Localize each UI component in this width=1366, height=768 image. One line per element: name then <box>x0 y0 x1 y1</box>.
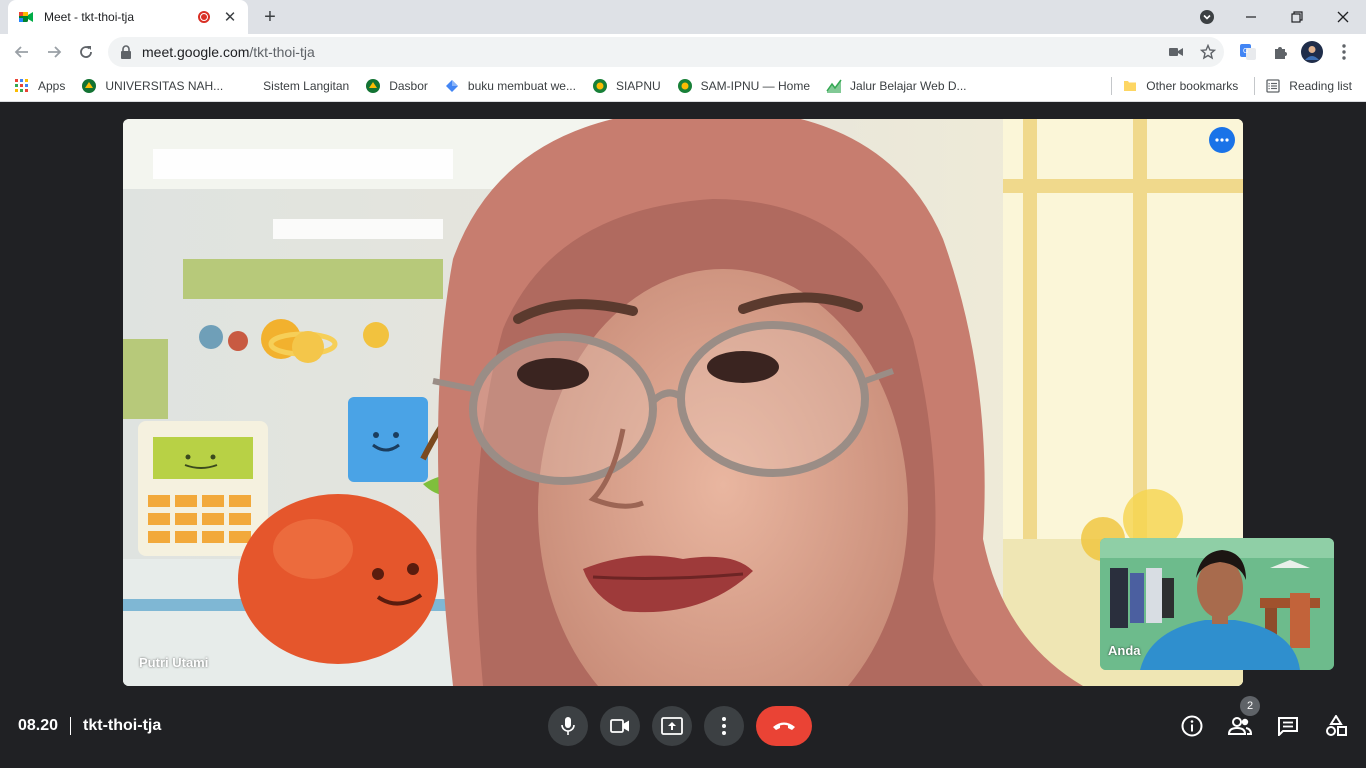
chat-button[interactable] <box>1276 710 1300 742</box>
videocam-icon <box>610 719 629 733</box>
diamond-icon <box>444 78 460 94</box>
call-controls <box>548 706 812 746</box>
meeting-details-button[interactable] <box>1180 710 1204 742</box>
present-to-all-icon <box>661 717 683 735</box>
meeting-tools: 2 <box>1180 696 1348 742</box>
self-view-tile[interactable]: Anda <box>1100 538 1334 670</box>
microphone-button[interactable] <box>548 706 588 746</box>
meeting-code: tkt-thoi-tja <box>83 717 162 734</box>
browser-toolbar: meet.google.com/tkt-thoi-tja G <box>0 34 1366 70</box>
google-meet-favicon-icon <box>19 12 33 22</box>
bookmark-star-icon[interactable] <box>1192 37 1224 67</box>
call-end-icon <box>773 722 795 730</box>
bookmark-universitas[interactable]: UNIVERSITAS NAH... <box>81 78 223 94</box>
bookmark-label: Sistem Langitan <box>263 78 350 93</box>
other-bookmarks-label: Other bookmarks <box>1146 78 1239 93</box>
profile-avatar[interactable] <box>1298 38 1326 66</box>
extensions-puzzle-icon[interactable] <box>1266 38 1294 66</box>
bookmark-label: Jalur Belajar Web D... <box>850 78 967 93</box>
bookmark-label: buku membuat we... <box>467 78 576 93</box>
other-bookmarks-folder[interactable]: Other bookmarks <box>1122 78 1238 94</box>
bookmarks-bar-right: Other bookmarks Reading list <box>1111 70 1352 101</box>
close-tab-icon[interactable]: ✕ <box>222 8 238 26</box>
activities-button[interactable] <box>1324 710 1348 742</box>
bookmark-sam-ipnu[interactable]: SAM-IPNU — Home <box>677 78 810 94</box>
nu-globe-icon <box>592 78 608 94</box>
google-translate-icon[interactable]: G <box>1234 38 1262 66</box>
nu-globe-icon <box>677 78 693 94</box>
activities-shapes-icon <box>1326 715 1347 736</box>
camera-button[interactable] <box>600 706 640 746</box>
leave-call-button[interactable] <box>756 706 812 746</box>
close-window-icon[interactable] <box>1320 0 1366 34</box>
address-bar[interactable]: meet.google.com/tkt-thoi-tja <box>108 37 1224 67</box>
lock-icon[interactable] <box>120 45 132 59</box>
participant-video-frame <box>123 119 1243 686</box>
bookmark-jalur-belajar[interactable]: Jalur Belajar Web D... <box>826 78 967 94</box>
bookmark-buku-membuat[interactable]: buku membuat we... <box>444 78 576 94</box>
reading-list-label: Reading list <box>1289 78 1352 93</box>
meet-stage: Putri Utami Anda 08.20 tkt-thoi-tja 2 <box>0 103 1366 768</box>
meeting-info: 08.20 tkt-thoi-tja <box>18 717 161 735</box>
more-options-button[interactable] <box>704 706 744 746</box>
bookmarks-bar: Apps UNIVERSITAS NAH... Sistem Langitan … <box>0 70 1366 102</box>
info-icon <box>1181 715 1203 737</box>
tab-title: Meet - tkt-thoi-tja <box>44 10 135 24</box>
restore-window-icon[interactable] <box>1274 0 1320 34</box>
bookmarks-divider <box>1254 76 1256 95</box>
browser-tab-meet[interactable]: Meet - tkt-thoi-tja ✕ <box>8 0 248 34</box>
bookmark-apps[interactable]: Apps <box>14 78 65 94</box>
bookmark-dasbor[interactable]: Dasbor <box>365 78 428 94</box>
bookmark-label: Dasbor <box>389 78 428 93</box>
more-horiz-icon <box>1215 138 1229 142</box>
forward-icon[interactable] <box>40 38 68 66</box>
folder-icon <box>1122 78 1138 94</box>
crest-icon <box>365 78 381 94</box>
participants-button[interactable]: 2 <box>1228 696 1260 742</box>
url-text: meet.google.com/tkt-thoi-tja <box>142 44 315 60</box>
bookmark-label: UNIVERSITAS NAH... <box>105 78 224 93</box>
tab-strip: Meet - tkt-thoi-tja ✕ + <box>0 0 1366 34</box>
bookmark-label: SIAPNU <box>615 78 661 93</box>
present-screen-button[interactable] <box>652 706 692 746</box>
back-icon[interactable] <box>8 38 36 66</box>
recording-indicator-icon <box>198 11 210 23</box>
university-crest-icon <box>81 78 97 94</box>
bookmark-label: Apps <box>38 78 66 93</box>
self-participant-name: Anda <box>1108 643 1141 658</box>
apps-grid-icon <box>14 78 30 94</box>
browser-menu-icon[interactable] <box>1330 38 1358 66</box>
tab-search-icon[interactable] <box>1184 0 1230 34</box>
meet-control-bar: 08.20 tkt-thoi-tja 2 <box>0 687 1366 767</box>
new-tab-button[interactable]: + <box>258 5 282 29</box>
meeting-clock: 08.20 <box>18 717 59 734</box>
reload-icon[interactable] <box>72 38 100 66</box>
participant-options-button[interactable] <box>1209 127 1235 153</box>
bookmarks-divider <box>1111 76 1113 95</box>
main-participant-name: Putri Utami <box>139 655 209 670</box>
minimize-window-icon[interactable] <box>1228 0 1274 34</box>
main-participant-video[interactable]: Putri Utami <box>123 119 1243 686</box>
microphone-icon <box>561 717 575 735</box>
info-divider <box>70 717 72 735</box>
bookmark-sistem-langitan[interactable]: Sistem Langitan <box>239 78 349 94</box>
chat-icon <box>1278 717 1298 736</box>
blank-icon <box>239 78 255 94</box>
svg-text:G: G <box>1243 48 1248 55</box>
learning-path-icon <box>826 78 842 94</box>
reading-list-icon <box>1265 78 1281 94</box>
camera-in-use-icon[interactable] <box>1160 37 1192 67</box>
people-icon <box>1228 717 1252 735</box>
more-vert-icon <box>722 717 726 735</box>
bookmark-siapnu[interactable]: SIAPNU <box>592 78 661 94</box>
participants-count-badge: 2 <box>1240 696 1260 716</box>
bookmark-label: SAM-IPNU — Home <box>700 78 811 93</box>
reading-list-button[interactable]: Reading list <box>1265 78 1352 94</box>
